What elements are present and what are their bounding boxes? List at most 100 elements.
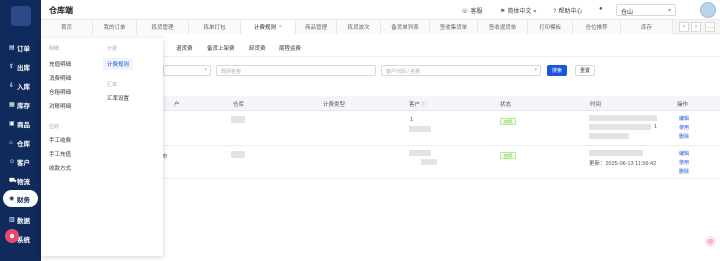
subtab-last-mile-fee[interactable]: 尾程运费 — [279, 44, 301, 52]
redacted-customer — [409, 126, 431, 132]
menu-item-billing-rules[interactable]: 计费规则 — [103, 58, 134, 70]
user-avatar[interactable] — [700, 2, 716, 18]
tab-5[interactable]: 商品管理 — [296, 20, 337, 34]
sidebar-item-6[interactable]: ☺ 客户 — [0, 153, 41, 170]
menu-item-reconciliation-details[interactable]: 对账明细 — [49, 102, 71, 110]
rule-name-input[interactable]: 规则名称 — [216, 65, 376, 76]
tab-prev-button[interactable]: ‹ — [679, 22, 689, 32]
app-root: ▤订单⇪出库⇩入库▦库存▣商品⌂仓库☺客户⛟物流◉财务▥数据⚙系统 ☻ 仓库端 … — [0, 0, 720, 261]
tab-11[interactable]: 仓位推荐 — [573, 20, 621, 34]
tab-label: 库存 — [640, 25, 652, 31]
column-customer: 客户ⓘ — [409, 100, 427, 108]
tab-1[interactable]: 我的订单 — [93, 20, 137, 34]
customer-select[interactable]: 客户代码 / 名称 ▾ — [381, 65, 541, 76]
menu-item-storage-details[interactable]: 仓租明细 — [49, 88, 71, 96]
tab-9[interactable]: 签收退货单 — [478, 20, 528, 34]
subtab-return-fee[interactable]: 退货费 — [176, 44, 193, 52]
help-center-label: 帮助中心 — [558, 9, 583, 15]
language-switch[interactable]: ⚑ 简体中文 ▾ — [500, 6, 536, 15]
sidebar-item-3[interactable]: ▦ 库存 — [0, 96, 41, 113]
top-header: 仓库端 ☏ 客服 ⚑ 简体中文 ▾ ? 帮助中心 ● 仓山 ▾ — [41, 0, 720, 20]
sidebar-item-7[interactable]: ⛟ 物流 — [0, 172, 41, 189]
menu-item-consumption-details[interactable]: 消费明细 — [49, 74, 71, 82]
sidebar-item-4[interactable]: ▣ 商品 — [0, 115, 41, 132]
chevron-down-icon: ▾ — [533, 9, 537, 15]
tab-0[interactable]: 首页 — [41, 20, 93, 34]
sidebar-item-5[interactable]: ⌂ 仓库 — [0, 134, 41, 151]
edit-link[interactable]: 编辑 — [679, 115, 689, 122]
redacted-time — [589, 150, 643, 156]
subtab-unloading-fee[interactable]: 卸货费 — [249, 44, 266, 52]
left-sidebar: ▤订单⇪出库⇩入库▦库存▣商品⌂仓库☺客户⛟物流◉财务▥数据⚙系统 ☻ — [0, 0, 41, 261]
chevron-down-icon: ▾ — [534, 67, 537, 73]
warehouse-icon: ⌂ — [9, 139, 13, 146]
filter-select[interactable]: ▾ — [163, 65, 211, 76]
use-link[interactable]: 使用 — [679, 124, 689, 131]
tab-label: 我的订单 — [103, 25, 126, 31]
customer-service-link[interactable]: ☏ 客服 — [461, 6, 483, 15]
menu-item-manual-charge[interactable]: 手工收费 — [49, 136, 71, 144]
tab-7[interactable]: 备货单列表 — [381, 20, 430, 34]
redacted-time — [589, 115, 657, 121]
tab-8[interactable]: 签收集货单 — [430, 20, 478, 34]
redacted-warehouse — [231, 116, 245, 123]
app-title: 仓库端 — [49, 6, 73, 15]
tab-more-button[interactable]: ⋯ — [705, 22, 715, 32]
tab-label: 备货单列表 — [391, 25, 419, 31]
tab-label: 打印模板 — [538, 25, 561, 31]
goods-icon: ▣ — [9, 121, 15, 127]
tab-label: 签收集货单 — [439, 25, 468, 31]
column-status: 状态 — [500, 102, 512, 108]
edit-link[interactable]: 编辑 — [679, 150, 689, 157]
tab-12[interactable]: 库存 — [621, 20, 673, 34]
delete-link[interactable]: 删除 — [679, 168, 689, 175]
tab-next-button[interactable]: › — [691, 22, 701, 32]
floating-help-icon[interactable]: ◎ — [705, 236, 716, 247]
chevron-down-icon: ▾ — [667, 8, 671, 14]
tab-label: 签收退货单 — [488, 25, 517, 31]
tab-label: 计费规则 — [254, 25, 277, 31]
sidebar-item-1[interactable]: ⇪ 出库 — [0, 58, 41, 75]
tab-6[interactable]: 拣货波次 — [337, 20, 381, 34]
column-customer-label: 客户 — [409, 102, 421, 108]
sidebar-item-8[interactable]: ◉ 财务 — [3, 190, 38, 207]
use-link[interactable]: 使用 — [679, 159, 689, 166]
sidebar-item-label: 仓库 — [17, 140, 30, 148]
chevron-right-icon: › — [695, 24, 697, 30]
close-icon[interactable]: × — [279, 24, 282, 30]
sidebar-item-2[interactable]: ⇩ 入库 — [0, 77, 41, 94]
subtab-shelving-fee[interactable]: 备货上架费 — [207, 44, 235, 52]
menu-group-receivable: 应收 — [49, 124, 60, 130]
bell-icon[interactable]: ● — [599, 6, 603, 12]
redacted-time — [589, 133, 629, 139]
chart-icon: ▥ — [9, 217, 15, 223]
menu-item-manual-recharge[interactable]: 手工充值 — [49, 150, 71, 158]
tab-label: 首页 — [60, 25, 72, 31]
finance-menu-popup: 明细 充值明细 消费明细 仓租明细 对账明细 应收 手工收费 手工充值 收款方式… — [41, 38, 163, 256]
menu-item-payment-method[interactable]: 收款方式 — [49, 164, 71, 172]
menu-item-exchange-rate-settings[interactable]: 汇率设置 — [107, 94, 129, 102]
help-center-link[interactable]: ? 帮助中心 — [553, 6, 582, 15]
warehouse-select[interactable]: 仓山 ▾ — [616, 4, 676, 16]
delete-link[interactable]: 删除 — [679, 133, 689, 140]
sidebar-item-9[interactable]: ▥ 数据 — [0, 211, 41, 228]
sidebar-item-label: 入库 — [17, 83, 30, 91]
more-icon: ⋯ — [707, 24, 713, 31]
menu-group-details: 明细 — [49, 46, 60, 52]
tab-label: 仓位推荐 — [585, 25, 608, 31]
menu-item-recharge-details[interactable]: 充值明细 — [49, 60, 71, 68]
language-icon: ⚑ — [500, 9, 506, 15]
tab-4[interactable]: 计费规则 × — [241, 20, 296, 34]
tab-10[interactable]: 打印模板 — [528, 20, 573, 34]
tab-label: 拣单打包 — [203, 25, 226, 31]
sidebar-item-0[interactable]: ▤ 订单 — [0, 39, 41, 56]
customer-service-label: 客服 — [470, 9, 483, 15]
tab-3[interactable]: 拣单打包 — [189, 20, 241, 34]
search-button[interactable]: 搜索 — [547, 65, 567, 76]
tab-label: 商品管理 — [304, 25, 327, 31]
tab-2[interactable]: 拣货管理 — [137, 20, 189, 34]
reset-button[interactable]: 重置 — [575, 65, 595, 76]
assistant-bot-icon[interactable]: ☻ — [5, 229, 19, 243]
customer-count-link[interactable]: 1 — [410, 117, 413, 123]
menu-group-billing: 计费 — [107, 46, 118, 52]
